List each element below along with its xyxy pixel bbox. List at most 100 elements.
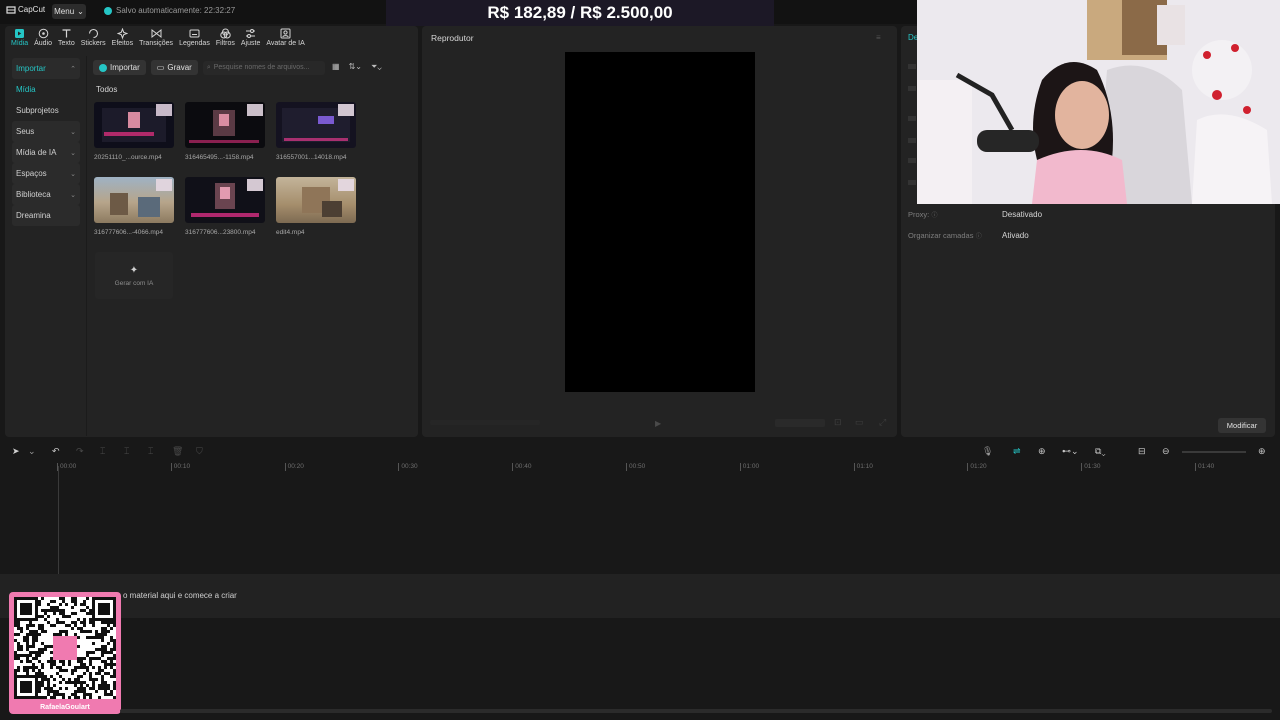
clip-name: 316465495...-1158.mp4	[185, 154, 254, 161]
media-clip[interactable]: 316777606...23800.mp4	[185, 177, 265, 236]
sidebar-item-subprojects[interactable]: Subprojetos	[8, 100, 84, 121]
tab-label: Filtros	[215, 40, 235, 47]
filter-funnel-icon[interactable]: ⏷⌄	[371, 62, 382, 72]
record-button[interactable]: ▭ Gravar	[150, 60, 198, 75]
layers-key: Organizar camadas	[908, 231, 974, 240]
media-clip[interactable]: edit4.mp4	[276, 177, 356, 236]
delete-icon[interactable]: 🗑	[172, 446, 183, 457]
chevron-down-icon: ⌄	[77, 7, 84, 16]
media-clip[interactable]: 20251110_...ource.mp4	[94, 102, 174, 161]
chevron-down-icon: ⌄	[70, 170, 76, 178]
sticker-icon	[87, 27, 99, 39]
text-icon	[60, 27, 72, 39]
generate-label: Gerar com IA	[114, 279, 154, 287]
autosave-check-icon	[104, 6, 112, 15]
ratio-selector[interactable]	[775, 419, 825, 427]
caption-track-icon[interactable]: ⊟	[1138, 446, 1146, 457]
sidebar-item-media[interactable]: Mídia	[8, 79, 84, 100]
sort-icon[interactable]: ⇅⌄	[349, 62, 362, 72]
zoom-slider[interactable]	[1182, 451, 1246, 453]
menu-label: Menu	[54, 7, 75, 16]
autosave-status: Salvo automaticamente: 22:32:27	[104, 6, 235, 15]
timeline-ruler[interactable]: 00:00 00:10 00:20 00:30 00:40 00:50 01:00 01:10…	[0, 463, 1280, 475]
detail-key-stub	[908, 64, 916, 69]
menu-button[interactable]: Menu ⌄	[52, 4, 86, 19]
tab-filters[interactable]: Filtros	[213, 27, 238, 51]
preview-axis-icon[interactable]: ⧉⌄	[1095, 446, 1106, 457]
menu-lines-icon[interactable]: ≡	[876, 33, 881, 42]
donation-goal-overlay: R$ 182,89 / R$ 2.500,00	[386, 0, 774, 26]
sidebar-item-import[interactable]: Importar ⌃	[12, 58, 80, 79]
split-left-icon[interactable]: ⌶	[124, 446, 129, 457]
tab-ai-avatar[interactable]: Avatar de IA	[263, 27, 307, 51]
link-icon[interactable]: ⊷⌄	[1062, 446, 1079, 457]
split-icon[interactable]: ⌶	[100, 446, 105, 457]
main-track-dropzone[interactable]: o material aqui e comece a criar	[0, 574, 1280, 618]
split-right-icon[interactable]: ⌶	[148, 446, 153, 457]
clip-thumbnail	[185, 177, 265, 223]
microphone-icon[interactable]: 🎙	[982, 446, 993, 457]
media-clip[interactable]: 316777606...-4066.mp4	[94, 177, 174, 236]
media-clip[interactable]: 316465495...-1158.mp4	[185, 102, 265, 161]
tab-text[interactable]: Texto	[55, 27, 78, 51]
fullscreen-icon[interactable]: ⤢	[879, 417, 886, 428]
autosave-text: Salvo automaticamente: 22:32:27	[116, 6, 236, 15]
tab-label: Ajuste	[240, 40, 261, 47]
import-button[interactable]: Importar	[93, 60, 146, 75]
zoom-out-icon[interactable]: ⊖	[1162, 446, 1170, 457]
tab-transitions[interactable]: Transições	[136, 27, 176, 51]
chevron-up-icon: ⌃	[70, 65, 76, 73]
proxy-value[interactable]: Desativado	[1002, 210, 1042, 219]
video-preview[interactable]	[565, 52, 755, 392]
capcut-logo-icon	[6, 5, 16, 14]
shield-icon[interactable]: ⛉	[196, 446, 203, 457]
modify-button[interactable]: Modificar	[1218, 418, 1266, 433]
tab-label: Texto	[58, 40, 75, 47]
screenshot-icon[interactable]: ⊡	[834, 417, 842, 428]
ruler-tick: 01:00	[739, 463, 759, 471]
ruler-tick: 01:40	[1195, 463, 1214, 471]
info-icon: ⓘ	[931, 213, 938, 219]
ruler-tick: 01:30	[1081, 463, 1100, 471]
streamer-webcam-image	[917, 0, 1280, 204]
clip-name: 316557001...14018.mp4	[276, 154, 347, 161]
layers-value[interactable]: Ativado	[1002, 231, 1029, 240]
sidebar-item-yours[interactable]: Seus ⌄	[12, 121, 80, 142]
fit-icon[interactable]: ▭	[855, 417, 864, 428]
tab-adjust[interactable]: Ajuste	[238, 27, 263, 51]
tab-label: Legendas	[179, 40, 210, 47]
sidebar-item-library[interactable]: Biblioteca ⌄	[12, 184, 80, 205]
clip-thumbnail	[94, 102, 174, 148]
redo-icon[interactable]: ↷	[76, 446, 84, 457]
horizontal-scrollbar[interactable]	[120, 709, 1272, 713]
sidebar-item-dreamina[interactable]: Dreamina	[12, 205, 80, 226]
media-clip[interactable]: 316557001...14018.mp4	[276, 102, 356, 161]
snap-icon[interactable]: ⊕	[1038, 446, 1046, 457]
chevron-down-icon[interactable]: ⌄	[28, 446, 36, 457]
zoom-in-icon[interactable]: ⊕	[1258, 446, 1266, 457]
effects-icon	[116, 27, 128, 39]
tab-effects[interactable]: Efeitos	[109, 27, 136, 51]
generate-with-ai-button[interactable]: ✦ Gerar com IA	[95, 252, 173, 299]
tab-audio[interactable]: Áudio	[31, 27, 55, 51]
search-input[interactable]: ⌕ Pesquise nomes de arquivos...	[202, 60, 325, 75]
tab-media[interactable]: Mídia	[8, 27, 31, 51]
record-label: Gravar	[167, 63, 192, 72]
cursor-select-icon[interactable]: ➤	[12, 446, 20, 457]
qr-code	[14, 597, 116, 699]
sidebar-item-ai-media[interactable]: Mídia de IA ⌄	[12, 142, 80, 163]
qr-code-overlay: RafaelaGoulart	[9, 592, 121, 714]
sidebar-item-label: Subprojetos	[16, 106, 59, 115]
tab-stickers[interactable]: Stickers	[78, 27, 109, 51]
sidebar-item-spaces[interactable]: Espaços ⌄	[12, 163, 80, 184]
magnet-link-icon[interactable]: ⇌	[1013, 446, 1021, 457]
grid-view-icon[interactable]: ▦	[332, 62, 340, 72]
clip-name: 316777606...23800.mp4	[185, 229, 256, 236]
qr-code-image	[14, 597, 116, 699]
undo-icon[interactable]: ↶	[52, 446, 60, 457]
play-icon[interactable]: ▶	[655, 419, 661, 428]
sidebar-divider	[86, 56, 87, 436]
sidebar-item-label: Seus	[16, 127, 35, 136]
tab-captions[interactable]: Legendas	[176, 27, 213, 51]
chevron-down-icon: ⌄	[70, 191, 76, 199]
